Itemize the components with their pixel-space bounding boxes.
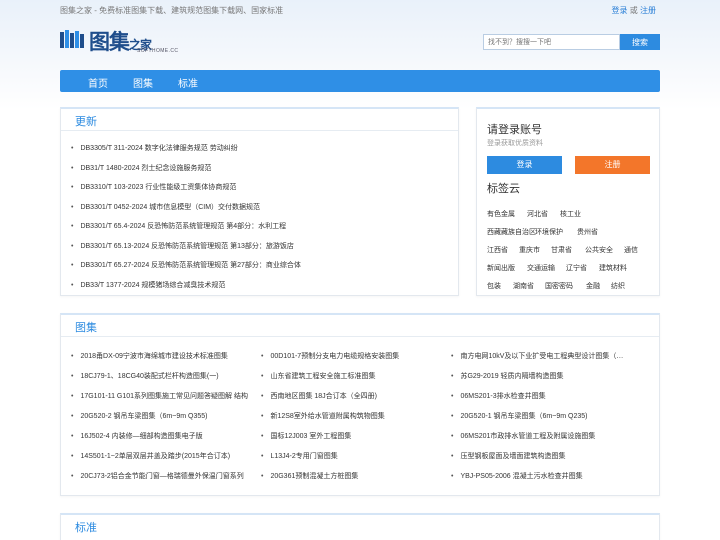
tag-link[interactable]: 通信 — [624, 245, 638, 255]
tag-link[interactable]: 重庆市 — [519, 245, 540, 255]
tag-link[interactable]: 甘肃省 — [551, 245, 572, 255]
atlas-item[interactable]: 17G101-11 G101系列图集施工常见问题答疑图解 结构 — [71, 391, 251, 401]
top-login-link[interactable]: 登录 — [612, 6, 628, 15]
tag-link[interactable]: 国密密码 — [545, 281, 573, 291]
main-nav: 首页 图集 标准 — [60, 70, 660, 92]
logo-domain: SOFTHOME.CC — [137, 48, 179, 54]
atlas-item[interactable]: L13J4-2专用门窗图集 — [261, 451, 441, 461]
tag-link[interactable]: 交通运输 — [527, 263, 555, 273]
atlas-item[interactable]: 苏G29-2019 轻质内隔墙构造图集 — [451, 371, 626, 381]
tag-link[interactable]: 辽宁省 — [566, 263, 587, 273]
standards-panel: 标准 — [60, 513, 660, 540]
atlas-item[interactable]: 压型钢板屋面及墙面建筑构造图集 — [451, 451, 626, 461]
update-item[interactable]: DB3301/T 65.4-2024 反恐怖防范系统管理规范 第4部分：水利工程 — [71, 221, 301, 241]
atlas-item[interactable]: 06MS201-3排水检查井图集 — [451, 391, 626, 401]
nav-item-home[interactable]: 首页 — [88, 75, 108, 90]
atlas-item[interactable]: 2018甬DX-09宁波市海绵城市建设技术标准图集 — [71, 351, 251, 361]
search-button[interactable]: 搜索 — [620, 34, 660, 50]
login-heading: 请登录账号 — [487, 124, 542, 136]
tag-link[interactable]: 金融 — [586, 281, 600, 291]
update-item[interactable]: DB3301/T 65.13-2024 反恐怖防范系统管理规范 第13部分：旅游… — [71, 241, 301, 261]
top-auth-links: 登录 或 注册 — [612, 5, 656, 16]
atlas-item[interactable]: 国标12J003 室外工程图集 — [261, 431, 441, 441]
atlas-item[interactable]: 06MS201市政排水管道工程及附属设施图集 — [451, 431, 626, 441]
atlas-item[interactable]: 20CJ73-2铝合金节能门窗—格瑞德曼外保温门窗系列 — [71, 471, 251, 481]
nav-item-atlas[interactable]: 图集 — [133, 75, 153, 90]
tag-link[interactable]: 建筑材料 — [599, 263, 627, 273]
top-or-text: 或 — [629, 6, 638, 15]
top-bar: 图集之家 - 免费标准图集下载、建筑规范图集下载网、国家标准 登录 或 注册 — [60, 0, 660, 20]
atlas-item[interactable]: 14S501-1~2单层双层井盖及踏步(2015年合订本) — [71, 451, 251, 461]
atlas-item[interactable]: 20G520-1 钢吊车梁图集（6m~9m Q235) — [451, 411, 626, 421]
login-panel: 请登录账号 登录获取优质资料 登录 注册 标签云 有色金属 河北省 核工业 西藏… — [476, 107, 660, 296]
register-button[interactable]: 注册 — [575, 156, 650, 174]
divider — [61, 336, 659, 337]
tag-link[interactable]: 新闻出版 — [487, 263, 515, 273]
atlas-item[interactable]: 西南地区图集 18J合订本（全四册) — [261, 391, 441, 401]
standards-title: 标准 — [75, 522, 97, 534]
atlas-item[interactable]: 新12S8室外给水管道附属构筑物图集 — [261, 411, 441, 421]
divider — [61, 130, 458, 131]
atlas-item[interactable]: 20G361预制混凝土方桩图集 — [261, 471, 441, 481]
atlas-item[interactable]: 16J502-4 内装修—细部构造图集电子版 — [71, 431, 251, 441]
tag-link[interactable]: 江西省 — [487, 245, 508, 255]
update-item[interactable]: DB33/T 1377-2024 规模猪场综合减臭技术规范 — [71, 280, 301, 300]
tag-link[interactable]: 纺织 — [611, 281, 625, 291]
top-register-link[interactable]: 注册 — [640, 6, 656, 15]
tag-link[interactable]: 有色金属 — [487, 209, 515, 219]
search-input[interactable] — [483, 34, 620, 50]
updates-panel: 更新 DB3305/T 311-2024 数字化法律服务规范 劳动纠纷 DB31… — [60, 107, 459, 296]
atlas-item[interactable]: 20G520-2 钢吊车梁图集（6m~9m Q355) — [71, 411, 251, 421]
update-item[interactable]: DB3305/T 311-2024 数字化法律服务规范 劳动纠纷 — [71, 143, 301, 163]
tag-link[interactable]: 公共安全 — [585, 245, 613, 255]
tag-link[interactable]: 西藏藏族自治区 — [487, 227, 536, 237]
tag-link[interactable]: 湖南省 — [513, 281, 534, 291]
atlas-item[interactable]: 18CJ79-1、18CG40装配式栏杆构造图集(一) — [71, 371, 251, 381]
books-logo-icon — [60, 30, 84, 48]
tag-link[interactable]: 贵州省 — [577, 227, 598, 237]
login-subheading: 登录获取优质资料 — [487, 140, 543, 147]
tag-link[interactable]: 河北省 — [527, 209, 548, 219]
search-box: 搜索 — [483, 34, 660, 50]
updates-title: 更新 — [75, 116, 97, 128]
site-tagline: 图集之家 - 免费标准图集下载、建筑规范图集下载网、国家标准 — [60, 6, 284, 15]
tag-link[interactable]: 核工业 — [560, 209, 581, 219]
tag-link[interactable]: 包装 — [487, 281, 501, 291]
atlas-item[interactable]: 南方电网10kV及以下业扩受电工程典型设计图集（2024版） — [451, 351, 626, 361]
update-item[interactable]: DB3301/T 0452-2024 城市信息模型（CIM）交付数据规范 — [71, 202, 301, 222]
atlas-item[interactable]: 00D101-7预制分支电力电缆规格安装图集 — [261, 351, 441, 361]
atlas-item[interactable]: 山东省建筑工程安全施工标准图集 — [261, 371, 441, 381]
tag-cloud-heading: 标签云 — [487, 183, 520, 195]
update-item[interactable]: DB31/T 1480-2024 烈士纪念设施服务规范 — [71, 163, 301, 183]
update-item[interactable]: DB3301/T 65.27-2024 反恐怖防范系统管理规范 第27部分：商业… — [71, 260, 300, 280]
nav-item-standards[interactable]: 标准 — [178, 75, 198, 90]
atlas-item[interactable]: YBJ-PS05-2006 混凝土污水检查井图集 — [451, 471, 626, 481]
update-item[interactable]: DB3310/T 103-2023 行业性能级工资集体协商规范 — [71, 182, 301, 202]
tag-link[interactable]: 环境保护 — [535, 227, 563, 237]
updates-list: DB3305/T 311-2024 数字化法律服务规范 劳动纠纷 DB31/T … — [71, 143, 301, 300]
atlas-title: 图集 — [75, 322, 97, 334]
atlas-panel: 图集 2018甬DX-09宁波市海绵城市建设技术标准图集 18CJ79-1、18… — [60, 313, 660, 496]
login-button[interactable]: 登录 — [487, 156, 562, 174]
